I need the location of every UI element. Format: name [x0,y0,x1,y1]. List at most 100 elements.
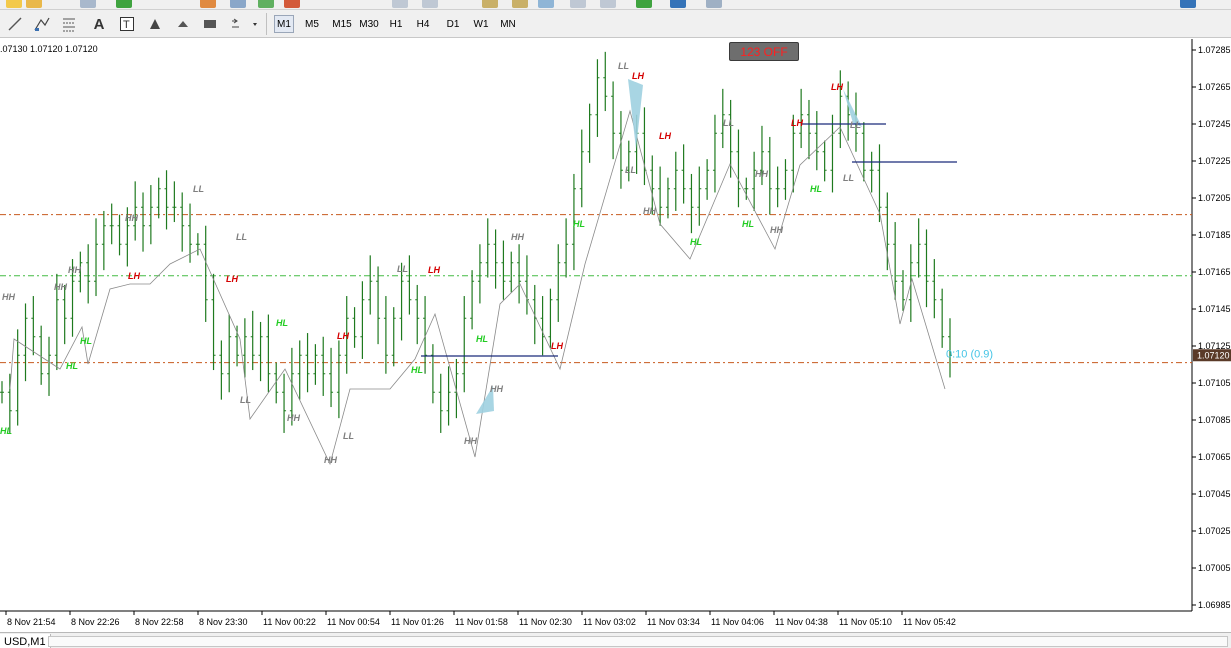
toolbar-separator [266,13,267,35]
time-tick-label: 11 Nov 01:26 [391,617,444,627]
swing-marker-hh: HH [770,225,783,235]
chart-shift-icon[interactable] [392,0,408,8]
arrows-dropdown-icon [232,18,257,28]
price-tick-label: 1.07165 [1198,267,1231,277]
swing-marker-lh: LH [128,271,140,281]
top-toolbar [0,0,1231,10]
line-tool-icon[interactable] [4,14,26,34]
timeframe-h4-button[interactable]: H4 [412,15,434,33]
alert-icon[interactable] [284,0,300,8]
fibonacci-fan-icon[interactable] [58,14,80,34]
arrow-up-icon [150,19,160,29]
price-tick-label: 1.07045 [1198,489,1231,499]
swing-marker-hh: HH [324,455,337,465]
add-icon[interactable] [116,0,132,8]
swing-marker-ll: LL [193,184,204,194]
price-tick-label: 1.07265 [1198,82,1231,92]
swing-marker-hl: HL [66,361,78,371]
zigzag-indicator-line [9,109,946,466]
timeframe-m30-button[interactable]: M30 [356,15,382,33]
favorites-icon[interactable] [26,0,42,8]
time-tick-label: 8 Nov 22:58 [135,617,184,627]
screenshot-icon[interactable] [706,0,722,8]
text-tool-glyph: A [93,15,105,33]
arrow-tool-icon[interactable] [172,14,194,34]
horizontal-scrollbar[interactable] [48,636,1228,647]
swing-marker-hl: HL [573,219,585,229]
timeframe-w1-button[interactable]: W1 [470,15,492,33]
bar-chart-icon[interactable] [422,0,438,8]
time-tick-label: 11 Nov 05:10 [839,617,892,627]
text-tool-icon[interactable]: A [88,14,110,34]
window-icon[interactable] [230,0,246,8]
line-tool-icon [8,17,22,31]
price-tick-label: 1.07145 [1198,304,1231,314]
period-icon[interactable] [570,0,586,8]
price-tick-label: 1.07225 [1198,156,1231,166]
swing-marker-hl: HL [0,426,12,436]
arrow-tool-icon [178,21,188,27]
swing-marker-lh: LH [632,71,644,81]
swing-marker-lh: LH [337,331,349,341]
new-chart-icon[interactable] [6,0,22,8]
price-tick-label: 1.07185 [1198,230,1231,240]
fibonacci-icon[interactable] [31,14,53,34]
chart-canvas[interactable]: 1.07285 1.07265 1.07245 1.07225 1.07205 1.071… [0,39,1231,632]
swing-marker-hl: HL [411,365,423,375]
price-tick-label: 1.07085 [1198,415,1231,425]
toggle-123-button[interactable]: 123 OFF [729,42,799,61]
grid-icon[interactable] [600,0,616,8]
swing-marker-hl: HL [810,184,822,194]
swing-marker-ll: LL [723,118,734,128]
price-tick-label: 1.07025 [1198,526,1231,536]
swing-marker-lh: LH [659,131,671,141]
swing-marker-ll: LL [240,395,251,405]
timeframe-d1-button[interactable]: D1 [442,15,464,33]
price-tick-label: 1.06985 [1198,600,1231,610]
swing-marker-ll: LL [236,232,247,242]
swing-marker-ll: LL [343,431,354,441]
swing-marker-hh: HH [2,292,15,302]
fibonacci-icon [34,17,50,31]
time-tick-label: 11 Nov 04:06 [711,617,764,627]
rectangle-icon[interactable] [199,14,221,34]
arrows-dropdown-icon[interactable] [228,14,260,34]
chart-tab-bar: USD,M1 [0,632,1231,648]
time-tick-label: 11 Nov 02:30 [519,617,572,627]
expert-icon[interactable] [636,0,652,8]
text-label-icon[interactable]: T [116,14,138,34]
timeframe-m15-button[interactable]: M15 [328,15,356,33]
time-tick-label: 11 Nov 05:42 [903,617,956,627]
price-chart[interactable]: 1.07285 1.07265 1.07245 1.07225 1.07205 1.071… [0,39,1231,632]
swing-marker-hl: HL [690,237,702,247]
zoom-out-icon[interactable] [512,0,528,8]
chart-tab-usd-m1[interactable]: USD,M1 [0,634,51,648]
template-icon[interactable] [538,0,554,8]
swing-marker-lh: LH [551,341,563,351]
swing-marker-hh: HH [464,436,477,446]
swing-marker-hl: HL [276,318,288,328]
swing-marker-ll: LL [850,120,861,130]
autotrading-icon[interactable] [670,0,686,8]
color-icon[interactable] [200,0,216,8]
timeframe-mn-button[interactable]: MN [496,15,520,33]
swing-marker-ll: LL [397,264,408,274]
timeframe-h1-button[interactable]: H1 [386,15,406,33]
svg-text:T: T [123,19,130,31]
time-tick-label: 11 Nov 04:38 [775,617,828,627]
timeframe-m5-button[interactable]: M5 [300,15,324,33]
time-tick-label: 8 Nov 21:54 [7,617,56,627]
swing-marker-hl: HL [80,336,92,346]
price-tick-label: 1.07005 [1198,563,1231,573]
drawing-toolbar: A T M1 M5 M15 M30 H1 H4 D1 W1 MN [0,10,1231,38]
zoom-icon[interactable] [80,0,96,8]
timeframe-m1-button[interactable]: M1 [274,15,294,33]
help-icon[interactable] [1180,0,1196,8]
arrow-up-icon[interactable] [144,14,166,34]
ohlc-readout: .07130 1.07120 1.07120 [0,44,98,54]
swing-marker-lh: LH [791,118,803,128]
fibonacci-fan-icon [63,18,75,32]
indicator-icon[interactable] [258,0,274,8]
price-tick-label: 1.07065 [1198,452,1231,462]
zoom-in-icon[interactable] [482,0,498,8]
